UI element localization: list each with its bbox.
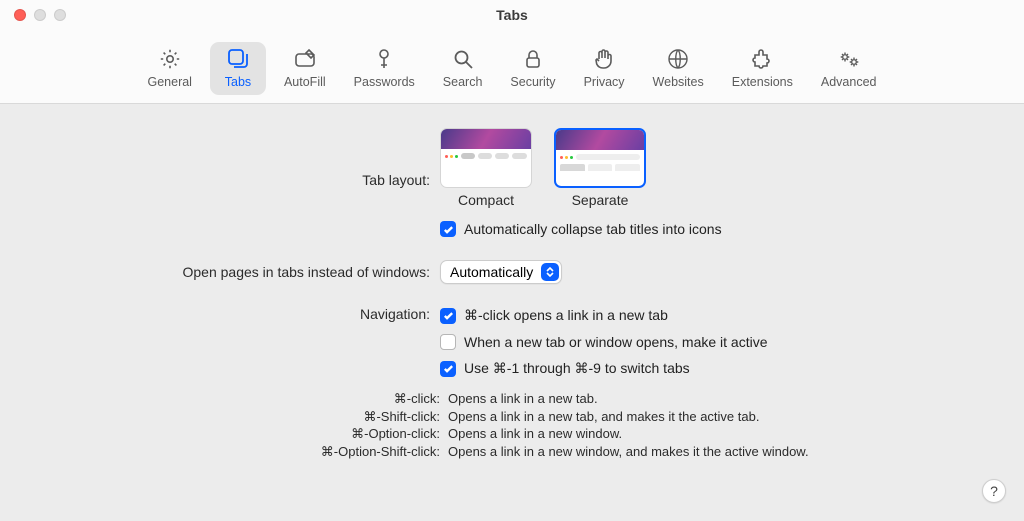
- puzzle-icon: [749, 46, 775, 72]
- tab-layout-options: Compact Separate: [440, 128, 984, 208]
- tab-security[interactable]: Security: [500, 42, 565, 95]
- tab-search[interactable]: Search: [433, 42, 493, 95]
- shortcut-key: ⌘-Option-Shift-click:: [40, 443, 440, 461]
- tab-label: Websites: [653, 75, 704, 89]
- shortcut-desc: Opens a link in a new window.: [448, 425, 984, 443]
- checkbox-collapse-titles[interactable]: Automatically collapse tab titles into i…: [440, 221, 984, 237]
- titlebar: Tabs: [0, 0, 1024, 30]
- search-icon: [450, 46, 476, 72]
- tab-label: Passwords: [354, 75, 415, 89]
- tab-autofill[interactable]: AutoFill: [274, 42, 336, 95]
- tab-general[interactable]: General: [137, 42, 201, 95]
- tab-label: Security: [510, 75, 555, 89]
- help-icon: ?: [990, 483, 998, 499]
- preferences-toolbar: General Tabs AutoFill Passwords: [0, 30, 1024, 104]
- popup-arrows-icon: [541, 263, 559, 281]
- help-button[interactable]: ?: [982, 479, 1006, 503]
- checkbox-icon: [440, 221, 456, 237]
- shortcut-key: ⌘-Option-click:: [40, 425, 440, 443]
- tab-extensions[interactable]: Extensions: [722, 42, 803, 95]
- hand-icon: [591, 46, 617, 72]
- tab-label: Extensions: [732, 75, 793, 89]
- gears-icon: [836, 46, 862, 72]
- checkbox-icon: [440, 334, 456, 350]
- window-title: Tabs: [496, 7, 528, 23]
- popup-value: Automatically: [450, 264, 533, 280]
- checkbox-label: ⌘-click opens a link in a new tab: [464, 307, 668, 324]
- tab-label: Advanced: [821, 75, 877, 89]
- shortcut-key: ⌘-click:: [40, 390, 440, 408]
- checkbox-label: Use ⌘-1 through ⌘-9 to switch tabs: [464, 360, 690, 377]
- shortcut-desc: Opens a link in a new tab, and makes it …: [448, 408, 984, 426]
- key-icon: [371, 46, 397, 72]
- checkbox-icon: [440, 308, 456, 324]
- layout-caption-compact: Compact: [458, 192, 514, 208]
- tab-label: General: [147, 75, 191, 89]
- traffic-lights: [14, 9, 66, 21]
- checkbox-cmd-numbers[interactable]: Use ⌘-1 through ⌘-9 to switch tabs: [440, 360, 984, 377]
- checkbox-cmd-click[interactable]: ⌘-click opens a link in a new tab: [440, 307, 984, 324]
- layout-option-separate[interactable]: [554, 128, 646, 188]
- tabs-icon: [225, 46, 251, 72]
- checkbox-make-active[interactable]: When a new tab or window opens, make it …: [440, 334, 984, 350]
- checkbox-label: When a new tab or window opens, make it …: [464, 334, 768, 350]
- tabs-pane: Tab layout:: [0, 104, 1024, 480]
- open-pages-label: Open pages in tabs instead of windows:: [40, 264, 440, 280]
- tab-label: Privacy: [584, 75, 625, 89]
- tab-tabs[interactable]: Tabs: [210, 42, 266, 95]
- tab-privacy[interactable]: Privacy: [574, 42, 635, 95]
- open-pages-popup[interactable]: Automatically: [440, 260, 562, 284]
- globe-icon: [665, 46, 691, 72]
- shortcuts-help: ⌘-click: Opens a link in a new tab. ⌘-Sh…: [40, 390, 984, 460]
- gear-icon: [157, 46, 183, 72]
- minimize-window-button[interactable]: [34, 9, 46, 21]
- checkbox-icon: [440, 361, 456, 377]
- lock-icon: [520, 46, 546, 72]
- zoom-window-button[interactable]: [54, 9, 66, 21]
- tab-passwords[interactable]: Passwords: [344, 42, 425, 95]
- tab-label: Tabs: [225, 75, 251, 89]
- tab-websites[interactable]: Websites: [643, 42, 714, 95]
- tab-label: AutoFill: [284, 75, 326, 89]
- shortcut-desc: Opens a link in a new tab.: [448, 390, 984, 408]
- preferences-window: Tabs General Tabs AutoFill: [0, 0, 1024, 521]
- close-window-button[interactable]: [14, 9, 26, 21]
- navigation-label: Navigation:: [40, 304, 440, 322]
- tab-label: Search: [443, 75, 483, 89]
- shortcut-key: ⌘-Shift-click:: [40, 408, 440, 426]
- tab-advanced[interactable]: Advanced: [811, 42, 887, 95]
- checkbox-label: Automatically collapse tab titles into i…: [464, 221, 722, 237]
- pencil-box-icon: [292, 46, 318, 72]
- shortcut-desc: Opens a link in a new window, and makes …: [448, 443, 984, 461]
- layout-option-compact[interactable]: [440, 128, 532, 188]
- layout-caption-separate: Separate: [572, 192, 629, 208]
- tab-layout-label: Tab layout:: [40, 128, 440, 188]
